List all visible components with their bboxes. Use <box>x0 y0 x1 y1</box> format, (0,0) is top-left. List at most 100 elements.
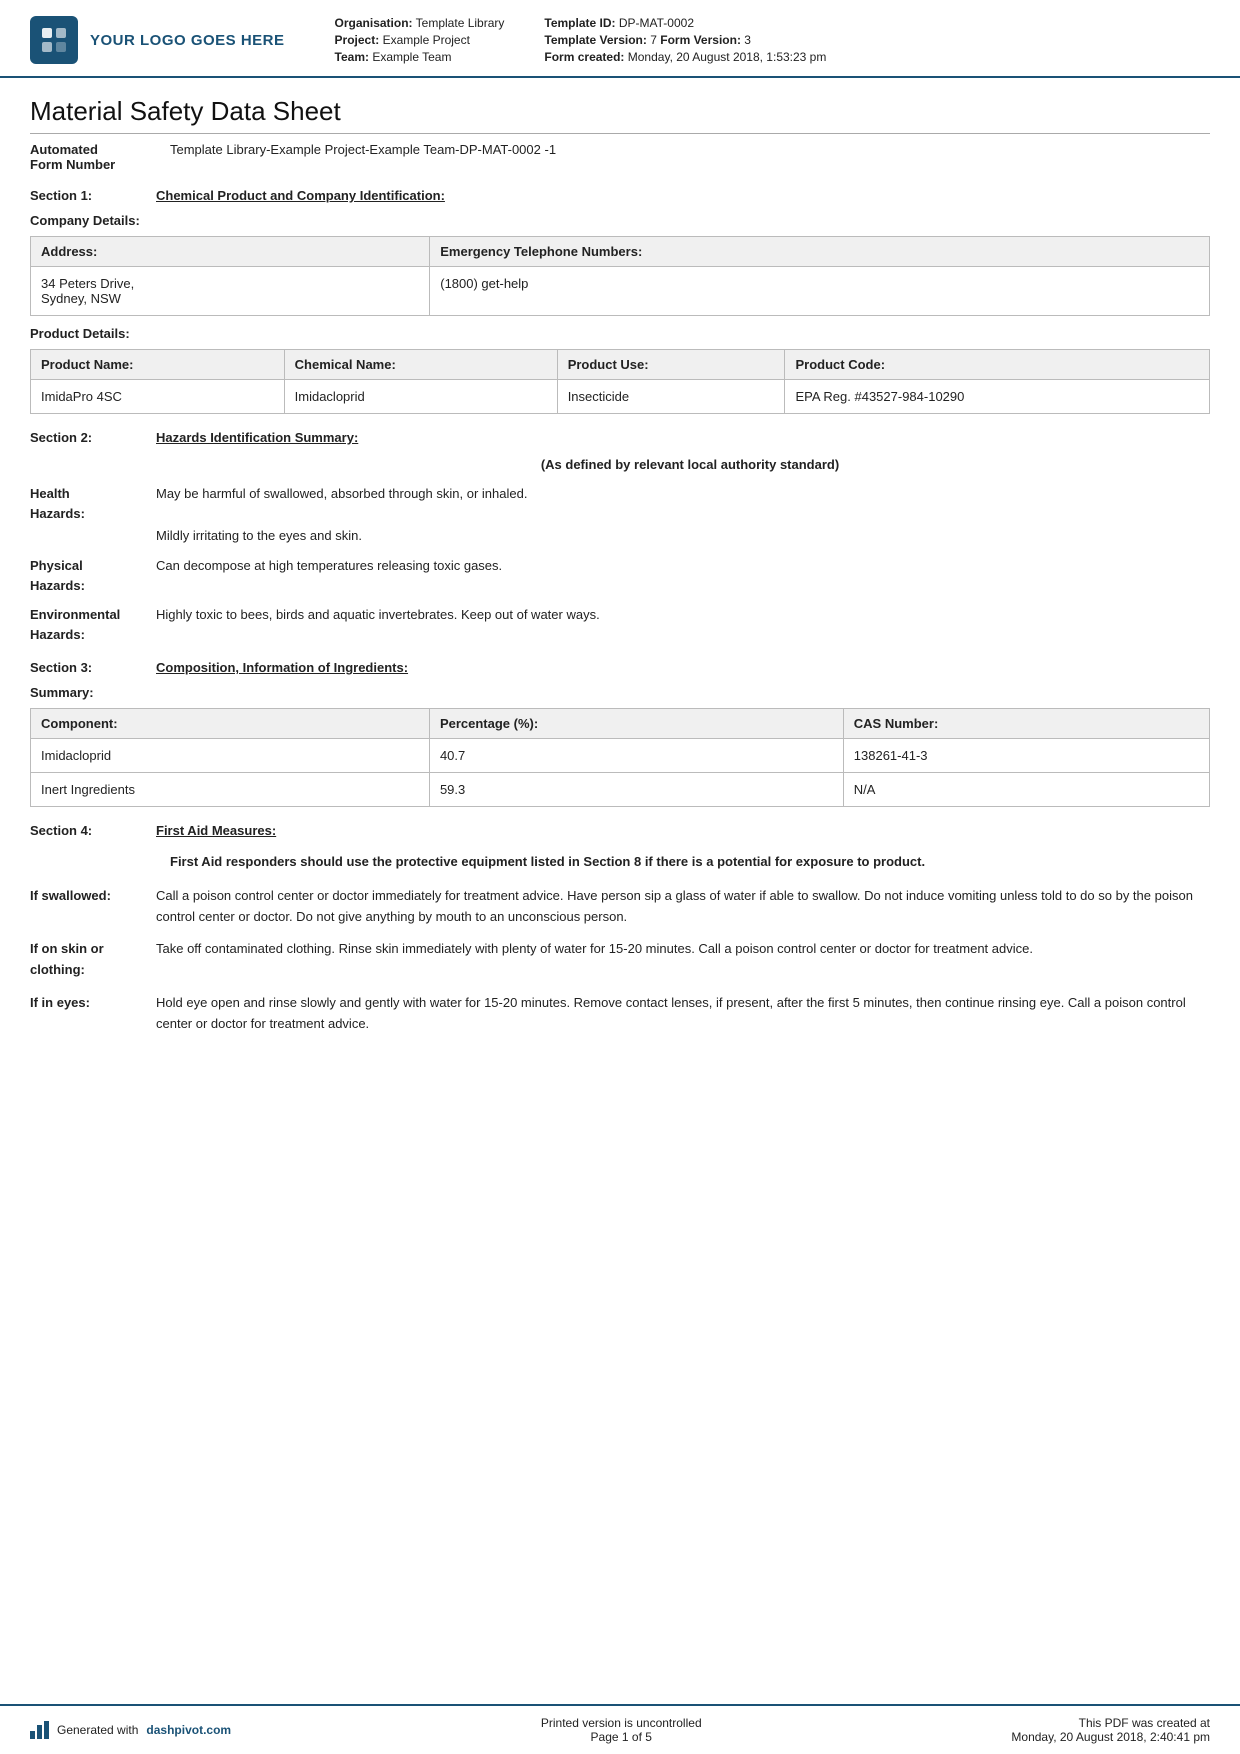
footer-left: Generated with dashpivot.com <box>30 1721 231 1739</box>
team-value: Example Team <box>372 50 451 64</box>
template-id-label: Template ID: <box>544 16 615 30</box>
first-aid-note: First Aid responders should use the prot… <box>170 852 1210 872</box>
footer-center-line1: Printed version is uncontrolled <box>541 1716 702 1730</box>
template-version-value: 7 <box>650 33 657 47</box>
ingredient-cas-1: 138261-41-3 <box>843 739 1209 773</box>
table-row: 34 Peters Drive,Sydney, NSW (1800) get-h… <box>31 267 1210 316</box>
company-phone: (1800) get-help <box>430 267 1210 316</box>
section3-body: Summary: Component: Percentage (%): CAS … <box>30 685 1210 807</box>
document-title: Material Safety Data Sheet <box>30 96 1210 134</box>
footer-right-line1: This PDF was created at <box>1011 1716 1210 1730</box>
table-row: Inert Ingredients 59.3 N/A <box>31 773 1210 807</box>
ingredient-cas-2: N/A <box>843 773 1209 807</box>
footer-right: This PDF was created at Monday, 20 Augus… <box>1011 1716 1210 1744</box>
logo-text: YOUR LOGO GOES HERE <box>90 32 285 49</box>
hazards-note: (As defined by relevant local authority … <box>170 457 1210 472</box>
section3-title: Composition, Information of Ingredients: <box>156 660 408 675</box>
section1-title: Chemical Product and Company Identificat… <box>156 188 445 203</box>
product-col-chemical: Chemical Name: <box>284 350 557 380</box>
first-aid-eyes-label: If in eyes: <box>30 993 140 1014</box>
health-hazards-row: HealthHazards: May be harmful of swallow… <box>30 484 1210 546</box>
first-aid-swallowed-value: Call a poison control center or doctor i… <box>156 886 1210 928</box>
product-chemical: Imidacloprid <box>284 380 557 414</box>
org-row: Organisation: Template Library <box>335 16 505 30</box>
environmental-hazards-row: EnvironmentalHazards: Highly toxic to be… <box>30 605 1210 644</box>
first-aid-eyes-row: If in eyes: Hold eye open and rinse slow… <box>30 993 1210 1035</box>
product-details-title: Product Details: <box>30 326 1210 341</box>
form-created-row: Form created: Monday, 20 August 2018, 1:… <box>544 50 826 64</box>
ingredient-name-1: Imidacloprid <box>31 739 430 773</box>
physical-hazards-row: PhysicalHazards: Can decompose at high t… <box>30 556 1210 595</box>
org-value: Template Library <box>416 16 505 30</box>
dashpivot-link[interactable]: dashpivot.com <box>146 1723 231 1737</box>
product-table: Product Name: Chemical Name: Product Use… <box>30 349 1210 414</box>
product-use: Insecticide <box>557 380 785 414</box>
physical-hazards-label: PhysicalHazards: <box>30 556 140 595</box>
table-row: Imidacloprid 40.7 138261-41-3 <box>31 739 1210 773</box>
section1-label: Section 1: <box>30 188 140 203</box>
template-id-row: Template ID: DP-MAT-0002 <box>544 16 826 30</box>
first-aid-skin-row: If on skin orclothing: Take off contamin… <box>30 939 1210 981</box>
org-label: Organisation: <box>335 16 413 30</box>
content: Material Safety Data Sheet AutomatedForm… <box>0 78 1240 1704</box>
ingredient-name-2: Inert Ingredients <box>31 773 430 807</box>
company-table: Address: Emergency Telephone Numbers: 34… <box>30 236 1210 316</box>
footer-center-line2: Page 1 of 5 <box>541 1730 702 1744</box>
environmental-hazards-value: Highly toxic to bees, birds and aquatic … <box>156 605 600 626</box>
header: YOUR LOGO GOES HERE Organisation: Templa… <box>0 0 1240 78</box>
company-col-emergency: Emergency Telephone Numbers: <box>430 237 1210 267</box>
product-col-name: Product Name: <box>31 350 285 380</box>
product-col-use: Product Use: <box>557 350 785 380</box>
project-row: Project: Example Project <box>335 33 505 47</box>
first-aid-eyes-value: Hold eye open and rinse slowly and gentl… <box>156 993 1210 1035</box>
dashpivot-icon <box>30 1721 49 1739</box>
project-label: Project: <box>335 33 380 47</box>
physical-hazards-value: Can decompose at high temperatures relea… <box>156 556 502 577</box>
footer-center: Printed version is uncontrolled Page 1 o… <box>541 1716 702 1744</box>
section4-label: Section 4: <box>30 823 140 838</box>
team-row: Team: Example Team <box>335 50 505 64</box>
form-created-label: Form created: <box>544 50 624 64</box>
footer-right-line2: Monday, 20 August 2018, 2:40:41 pm <box>1011 1730 1210 1744</box>
logo-icon <box>30 16 78 64</box>
form-number-label: AutomatedForm Number <box>30 142 170 172</box>
summary-table: Component: Percentage (%): CAS Number: I… <box>30 708 1210 807</box>
header-meta-right: Template ID: DP-MAT-0002 Template Versio… <box>544 16 826 64</box>
logo-area: YOUR LOGO GOES HERE <box>30 16 285 64</box>
product-col-code: Product Code: <box>785 350 1210 380</box>
section2-header: Section 2: Hazards Identification Summar… <box>30 430 1210 445</box>
first-aid-skin-value: Take off contaminated clothing. Rinse sk… <box>156 939 1033 960</box>
form-version-label: Form Version: <box>660 33 741 47</box>
summary-col-percentage: Percentage (%): <box>429 709 843 739</box>
ingredient-pct-2: 59.3 <box>429 773 843 807</box>
company-details-title: Company Details: <box>30 213 1210 228</box>
section4-title: First Aid Measures: <box>156 823 276 838</box>
environmental-hazards-label: EnvironmentalHazards: <box>30 605 140 644</box>
first-aid-swallowed-label: If swallowed: <box>30 886 140 907</box>
first-aid-skin-label: If on skin orclothing: <box>30 939 140 981</box>
summary-title: Summary: <box>30 685 1210 700</box>
first-aid-swallowed-row: If swallowed: Call a poison control cent… <box>30 886 1210 928</box>
section1-header: Section 1: Chemical Product and Company … <box>30 188 1210 203</box>
section2-label: Section 2: <box>30 430 140 445</box>
summary-col-cas: CAS Number: <box>843 709 1209 739</box>
company-col-address: Address: <box>31 237 430 267</box>
health-hazards-value: May be harmful of swallowed, absorbed th… <box>156 484 527 546</box>
form-version-value: 3 <box>744 33 751 47</box>
footer: Generated with dashpivot.com Printed ver… <box>0 1704 1240 1754</box>
hazards-section: (As defined by relevant local authority … <box>30 457 1210 644</box>
bar2 <box>37 1725 42 1739</box>
header-meta: Organisation: Template Library Project: … <box>305 16 1210 64</box>
ingredient-pct-1: 40.7 <box>429 739 843 773</box>
team-label: Team: <box>335 50 369 64</box>
template-version-label: Template Version: <box>544 33 646 47</box>
section2-title: Hazards Identification Summary: <box>156 430 358 445</box>
section3-label: Section 3: <box>30 660 140 675</box>
summary-col-component: Component: <box>31 709 430 739</box>
section3-header: Section 3: Composition, Information of I… <box>30 660 1210 675</box>
template-id-value: DP-MAT-0002 <box>619 16 694 30</box>
health-hazards-label: HealthHazards: <box>30 484 140 523</box>
form-number-value: Template Library-Example Project-Example… <box>170 142 556 172</box>
bar3 <box>44 1721 49 1739</box>
section4-header: Section 4: First Aid Measures: <box>30 823 1210 838</box>
